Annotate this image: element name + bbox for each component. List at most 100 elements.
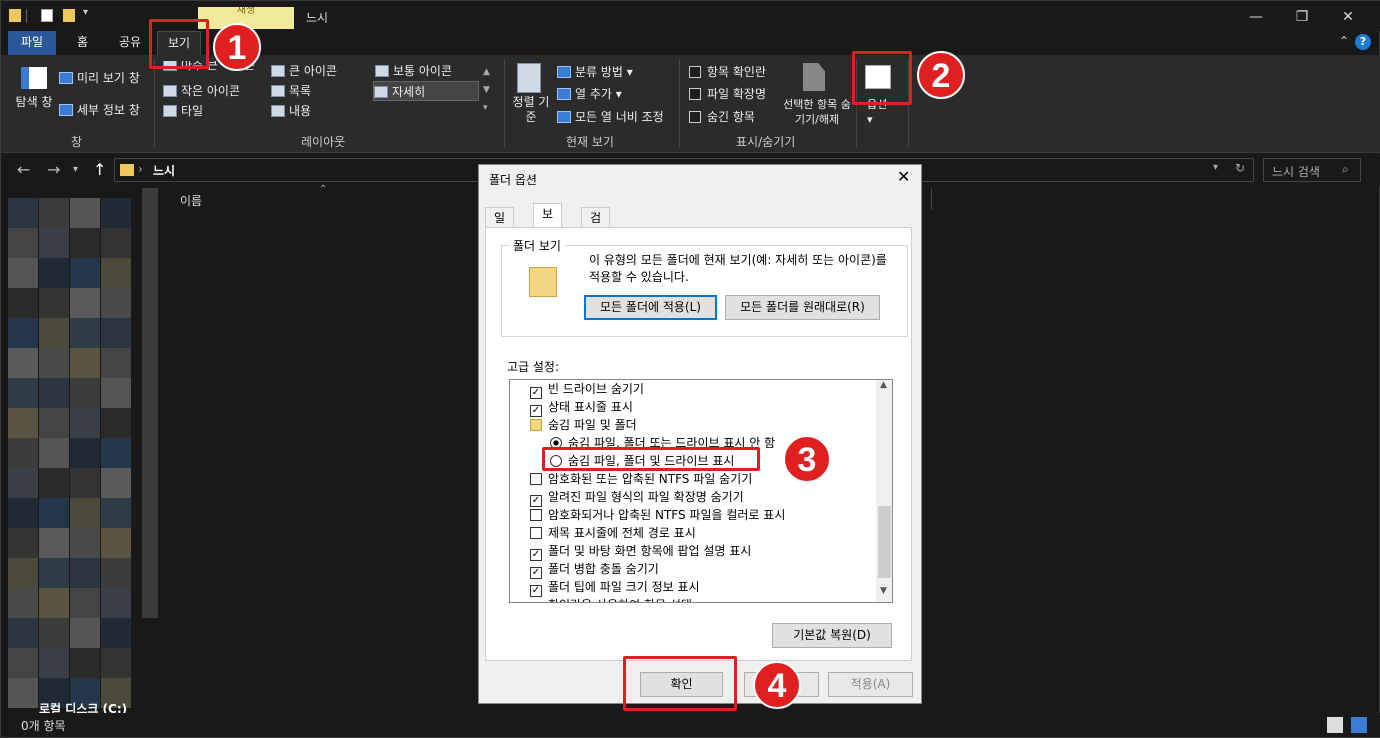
- checkbox[interactable]: [530, 527, 542, 539]
- checkbox[interactable]: [530, 509, 542, 521]
- group-by-icon: [557, 66, 571, 78]
- forward-icon[interactable]: →: [47, 160, 60, 179]
- layout-content[interactable]: 내용: [271, 101, 311, 121]
- minimize-icon[interactable]: —: [1233, 5, 1279, 29]
- folder-view-description: 이 유형의 모든 폴더에 현재 보기(예: 자세히 또는 아이콘)를 적용할 수…: [589, 253, 887, 284]
- advanced-setting-item[interactable]: 숨김 파일 및 폴더: [530, 416, 637, 434]
- advanced-list-scrollbar[interactable]: ▲ ▼: [876, 380, 892, 602]
- layout-large-icons[interactable]: 큰 아이콘: [271, 61, 337, 81]
- checkbox[interactable]: [689, 66, 701, 78]
- fit-columns-button[interactable]: 모든 열 너비 조정: [557, 108, 664, 125]
- blurred-nav-block: [8, 558, 38, 588]
- search-icon[interactable]: ⌕: [1342, 162, 1349, 177]
- advanced-setting-item[interactable]: 제목 표시줄에 전체 경로 표시: [530, 524, 696, 542]
- new-folder-icon[interactable]: [63, 9, 75, 22]
- details-view-icon[interactable]: [1327, 717, 1343, 733]
- blurred-nav-block: [8, 258, 38, 288]
- advanced-setting-label: 상태 표시줄 표시: [548, 400, 633, 414]
- restore-defaults-button[interactable]: 기본값 복원(D): [772, 623, 892, 648]
- properties-icon[interactable]: [41, 9, 53, 22]
- checkbox[interactable]: [689, 88, 701, 100]
- tab-view[interactable]: 보기: [533, 203, 563, 241]
- address-dropdown-icon[interactable]: ▾: [1213, 162, 1218, 173]
- group-label-show-hide: 표시/숨기기: [736, 135, 796, 149]
- up-icon[interactable]: ↑: [93, 160, 106, 179]
- blurred-nav-block: [70, 498, 100, 528]
- close-icon[interactable]: ✕: [1325, 5, 1371, 29]
- layout-medium-icons[interactable]: 보통 아이콘: [375, 61, 452, 81]
- reset-folders-button[interactable]: 모든 폴더를 원래대로(R): [725, 295, 880, 320]
- blurred-nav-block: [39, 408, 69, 438]
- blurred-nav-block: [39, 318, 69, 348]
- navigation-pane-blurred[interactable]: [8, 198, 140, 708]
- highlight-view-tab: [149, 19, 209, 69]
- maximize-icon[interactable]: ❐: [1279, 5, 1325, 29]
- layout-details[interactable]: 자세히: [373, 81, 479, 101]
- search-input[interactable]: 느시 검색 ⌕: [1263, 158, 1361, 182]
- layout-small-icons[interactable]: 작은 아이콘: [163, 81, 240, 101]
- nav-pane-icon[interactable]: [21, 67, 47, 89]
- advanced-setting-label: 폴더 팁에 파일 크기 정보 표시: [548, 580, 700, 594]
- add-column-button[interactable]: 열 추가 ▾: [557, 85, 622, 102]
- advanced-setting-item[interactable]: ✓ 폴더 병합 충돌 숨기기: [530, 560, 659, 579]
- blurred-nav-block: [8, 198, 38, 228]
- group-label-layout: 레이아웃: [301, 135, 346, 149]
- gallery-scroll-icon[interactable]: ▲ ▼ ▾: [483, 63, 490, 117]
- quick-access-dropdown-icon[interactable]: ▾: [83, 7, 88, 18]
- breadcrumb-current[interactable]: 느시: [153, 162, 175, 179]
- advanced-setting-item[interactable]: ✓ 상태 표시줄 표시: [530, 398, 633, 417]
- layout-list[interactable]: 목록: [271, 81, 311, 101]
- back-icon[interactable]: ←: [17, 160, 30, 179]
- checkbox[interactable]: [689, 111, 701, 123]
- apply-to-folders-button[interactable]: 모든 폴더에 적용(L): [584, 295, 717, 320]
- dialog-title: 폴더 옵션: [489, 173, 537, 187]
- advanced-setting-item[interactable]: ✓ 폴더 및 바탕 화면 항목에 팝업 설명 표시: [530, 542, 751, 561]
- blurred-nav-block: [70, 348, 100, 378]
- divider: [504, 59, 505, 147]
- blurred-nav-block: [39, 558, 69, 588]
- blurred-nav-block: [8, 618, 38, 648]
- advanced-setting-item[interactable]: 암호화된 또는 압축된 NTFS 파일 숨기기: [530, 470, 752, 488]
- item-checkbox-toggle[interactable]: 항목 확인란: [689, 63, 766, 80]
- advanced-setting-item[interactable]: ✓ 알려진 파일 형식의 파일 확장명 숨기기: [530, 488, 744, 507]
- scroll-down-icon[interactable]: ▼: [880, 586, 887, 596]
- status-bar: 0개 항목: [1, 713, 1380, 737]
- scroll-up-icon[interactable]: ▲: [880, 380, 887, 390]
- advanced-setting-item[interactable]: ✓ 빈 드라이브 숨기기: [530, 380, 644, 399]
- blurred-nav-block: [101, 498, 131, 528]
- advanced-setting-item[interactable]: ✓확인란을 사용하여 항목 선택: [530, 596, 692, 602]
- collapse-ribbon-icon[interactable]: ⌃: [1339, 34, 1349, 48]
- close-icon[interactable]: ✕: [897, 167, 910, 186]
- layout-tiles[interactable]: 타일: [163, 101, 203, 121]
- tab-general[interactable]: 일반: [485, 207, 515, 245]
- large-icons-view-icon[interactable]: [1351, 717, 1367, 733]
- apply-button[interactable]: 적용(A): [828, 672, 913, 697]
- details-pane-button[interactable]: 세부 정보 창: [59, 101, 140, 118]
- blurred-nav-block: [39, 438, 69, 468]
- hide-selected-button[interactable]: 선택한 항목 숨기기/해제: [781, 97, 853, 127]
- divider: [931, 188, 932, 210]
- help-icon[interactable]: ?: [1355, 34, 1371, 50]
- advanced-settings-list[interactable]: ✓ 빈 드라이브 숨기기 ✓ 상태 표시줄 표시 숨김 파일 및 폴더 숨김 파일, 폴더…: [509, 379, 893, 603]
- hidden-items-toggle[interactable]: 숨긴 항목: [689, 108, 755, 125]
- advanced-setting-item[interactable]: 암호화되거나 압축된 NTFS 파일을 컬러로 표시: [530, 506, 785, 524]
- tab-search[interactable]: 검색: [581, 207, 611, 245]
- nav-pane-button[interactable]: 탐색 창: [15, 95, 53, 110]
- column-header-name[interactable]: 이름: [180, 192, 202, 209]
- tab-share[interactable]: 공유: [109, 31, 151, 55]
- refresh-icon[interactable]: ↻: [1235, 161, 1245, 175]
- blurred-nav-block: [39, 348, 69, 378]
- preview-pane-button[interactable]: 미리 보기 창: [59, 69, 140, 86]
- scroll-thumb[interactable]: [878, 506, 891, 578]
- tab-file[interactable]: 파일: [8, 31, 57, 55]
- blurred-nav-block: [39, 288, 69, 318]
- file-ext-toggle[interactable]: 파일 확장명: [689, 85, 766, 102]
- advanced-setting-item[interactable]: ✓ 폴더 팁에 파일 크기 정보 표시: [530, 578, 700, 597]
- nav-pane-scrollbar[interactable]: [142, 188, 158, 618]
- tab-home[interactable]: 홈: [67, 31, 98, 55]
- group-by-button[interactable]: 분류 방법 ▾: [557, 63, 633, 80]
- breadcrumb-chevron-icon[interactable]: ›: [138, 162, 143, 176]
- sort-by-button[interactable]: 정렬 기준: [511, 95, 551, 125]
- recent-dropdown-icon[interactable]: ▾: [73, 164, 78, 175]
- checkbox[interactable]: [530, 473, 542, 485]
